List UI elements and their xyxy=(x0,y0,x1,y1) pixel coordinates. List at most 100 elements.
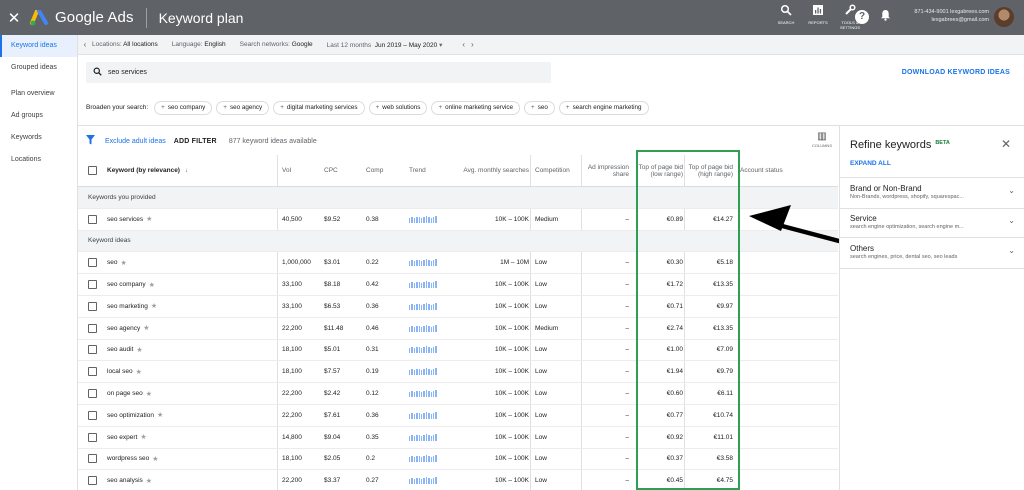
reports-tool-label: REPORTS xyxy=(808,20,828,25)
refine-section-brand[interactable]: Brand or Non-Brand Non-Brands, wordpress… xyxy=(850,184,1015,200)
header-avg-monthly-searches[interactable]: Avg. monthly searches xyxy=(448,155,529,186)
next-period-icon[interactable]: › xyxy=(471,40,474,49)
broaden-chip[interactable]: + search engine marketing xyxy=(558,100,649,115)
header-keyword[interactable]: Keyword (by relevance) ↓ xyxy=(107,155,277,186)
broaden-chip[interactable]: + seo agency xyxy=(216,100,270,115)
row-checkbox[interactable] xyxy=(88,476,97,486)
comp-cell: 0.35 xyxy=(366,433,379,441)
table-row[interactable]: seo audit ★ 18,100 $5.01 0.31 10K – 100K Low – €… xyxy=(78,339,838,362)
row-checkbox[interactable] xyxy=(88,258,97,268)
table-row[interactable]: seo agency ★ 22,200 $11.48 0.46 10K – 100K Med… xyxy=(78,317,838,340)
help-icon[interactable]: ? xyxy=(855,10,869,24)
language-filter[interactable]: Language: English xyxy=(172,41,226,48)
broaden-chip[interactable]: + online marketing service xyxy=(431,100,521,115)
bid-high-cell: €13.35 xyxy=(713,324,733,332)
keyword-search-input[interactable]: seo services xyxy=(86,62,551,83)
row-checkbox[interactable] xyxy=(88,410,97,420)
filter-icon[interactable] xyxy=(86,134,95,148)
table-row[interactable]: seo expert ★ 14,800 $9.04 0.35 10K – 100K Low –… xyxy=(78,426,838,449)
sidebar-item-locations[interactable]: Locations xyxy=(0,149,77,171)
broaden-search: Broaden your search: + seo company + seo a… xyxy=(86,100,653,115)
star-icon[interactable]: ★ xyxy=(143,324,149,332)
locations-filter[interactable]: Locations: All locations xyxy=(92,41,158,48)
row-checkbox[interactable] xyxy=(88,432,97,442)
table-row[interactable]: local seo ★ 18,100 $7.57 0.19 10K – 100K Low – €… xyxy=(78,361,838,384)
add-filter-button[interactable]: ADD FILTER xyxy=(174,138,217,145)
broaden-chip[interactable]: + seo xyxy=(524,100,555,115)
avatar[interactable] xyxy=(994,7,1014,27)
table-row[interactable]: seo company ★ 33,100 $8.18 0.42 10K – 100K Low… xyxy=(78,274,838,296)
row-checkbox[interactable] xyxy=(88,345,97,355)
chevron-down-icon: ⌄ xyxy=(1008,246,1015,255)
broaden-chip[interactable]: + digital marketing services xyxy=(273,100,365,115)
bid-low-cell: €0.89 xyxy=(666,215,683,223)
bell-icon[interactable] xyxy=(880,9,891,24)
header-bid-high[interactable]: Top of page bid (high range) xyxy=(684,155,733,186)
table-row[interactable]: on page seo ★ 22,200 $2.42 0.12 10K – 100K Low… xyxy=(78,383,838,405)
star-icon[interactable]: ★ xyxy=(157,411,163,419)
row-checkbox[interactable] xyxy=(88,323,97,333)
search-tool-button[interactable]: SEARCH xyxy=(772,4,800,30)
account-info[interactable]: 871-434-9001 lexgabrees.com lexgabrees@g… xyxy=(914,8,989,24)
chevron-down-icon: ⌄ xyxy=(1008,216,1015,225)
table-row[interactable]: seo services ★ 40,500 $9.52 0.38 10K – 100K Me… xyxy=(78,208,838,231)
broaden-chip[interactable]: + seo company xyxy=(154,100,213,115)
table-row[interactable]: seo ★ 1,000,000 $3.01 0.22 1M – 10M Low – €0.30 €… xyxy=(78,252,838,275)
star-icon[interactable]: ★ xyxy=(146,215,152,223)
header-ad-impression-share[interactable]: Ad impression share xyxy=(578,155,629,186)
download-keyword-ideas-button[interactable]: DOWNLOAD KEYWORD IDEAS xyxy=(902,69,1010,76)
star-icon[interactable]: ★ xyxy=(136,368,142,376)
header-account-status[interactable]: Account status xyxy=(740,155,800,186)
close-icon[interactable]: ✕ xyxy=(1001,137,1011,151)
header-vol[interactable]: Vol xyxy=(282,155,322,186)
refine-section-service[interactable]: Service search engine optimization, sear… xyxy=(850,214,1015,230)
close-icon[interactable]: ✕ xyxy=(0,9,28,27)
header-competition[interactable]: Competition xyxy=(535,155,580,186)
columns-button[interactable]: ▥ COLUMNS xyxy=(810,131,834,148)
table-row[interactable]: seo optimization ★ 22,200 $7.61 0.36 10K – 10… xyxy=(78,404,838,427)
collapse-chevron-icon[interactable]: ‹ xyxy=(78,40,92,49)
row-checkbox[interactable] xyxy=(88,301,97,311)
header-bid-low[interactable]: Top of page bid (low range) xyxy=(638,155,683,186)
keyword-cell: seo optimization ★ xyxy=(107,411,164,420)
date-range-filter[interactable]: Last 12 months Jun 2019 – May 2020 ▾ xyxy=(327,41,443,49)
refine-section-others[interactable]: Others search engines, price, dental seo… xyxy=(850,244,1015,260)
reports-tool-button[interactable]: REPORTS xyxy=(804,4,832,30)
row-checkbox[interactable] xyxy=(88,214,97,224)
star-icon[interactable]: ★ xyxy=(136,346,142,354)
trend-cell xyxy=(409,405,449,426)
star-icon[interactable]: ★ xyxy=(146,477,152,485)
row-checkbox[interactable] xyxy=(88,367,97,377)
table-row[interactable]: wordpress seo ★ 18,100 $2.05 0.2 10K – 100K Lo… xyxy=(78,448,838,471)
header-cpc[interactable]: CPC xyxy=(324,155,364,186)
sidebar-item-ad-groups[interactable]: Ad groups xyxy=(0,105,77,127)
keyword-cell: seo ★ xyxy=(107,259,127,267)
star-icon[interactable]: ★ xyxy=(146,390,152,398)
star-icon[interactable]: ★ xyxy=(152,455,158,463)
row-checkbox[interactable] xyxy=(88,454,97,464)
competition-cell: Low xyxy=(535,433,547,441)
table-row[interactable]: seo analysis ★ 22,200 $3.37 0.27 10K – 100K Lo… xyxy=(78,470,838,490)
search-icon xyxy=(86,67,108,79)
row-checkbox[interactable] xyxy=(88,389,97,399)
plus-icon: + xyxy=(375,103,380,111)
search-icon xyxy=(772,4,800,20)
sidebar-item-plan-overview[interactable]: Plan overview xyxy=(0,83,77,105)
sidebar-item-grouped-ideas[interactable]: Grouped ideas xyxy=(0,57,77,79)
select-all-checkbox[interactable] xyxy=(88,166,97,175)
star-icon[interactable]: ★ xyxy=(140,433,146,441)
table-row[interactable]: seo marketing ★ 33,100 $6.53 0.36 10K – 100K L… xyxy=(78,295,838,318)
star-icon[interactable]: ★ xyxy=(151,302,157,310)
networks-filter[interactable]: Search networks: Google xyxy=(240,41,313,48)
exclude-adult-ideas-filter[interactable]: Exclude adult ideas xyxy=(105,138,166,145)
previous-period-icon[interactable]: ‹ xyxy=(462,40,465,49)
row-checkbox[interactable] xyxy=(88,280,97,290)
sidebar-item-keywords[interactable]: Keywords xyxy=(0,127,77,149)
star-icon[interactable]: ★ xyxy=(120,259,126,267)
sidebar-item-keyword-ideas[interactable]: Keyword ideas xyxy=(0,35,77,57)
broaden-chip[interactable]: + web solutions xyxy=(368,100,428,115)
star-icon[interactable]: ★ xyxy=(149,281,155,289)
expand-all-button[interactable]: EXPAND ALL xyxy=(850,160,891,167)
header-comp[interactable]: Comp xyxy=(366,155,404,186)
header-trend[interactable]: Trend xyxy=(409,155,449,186)
